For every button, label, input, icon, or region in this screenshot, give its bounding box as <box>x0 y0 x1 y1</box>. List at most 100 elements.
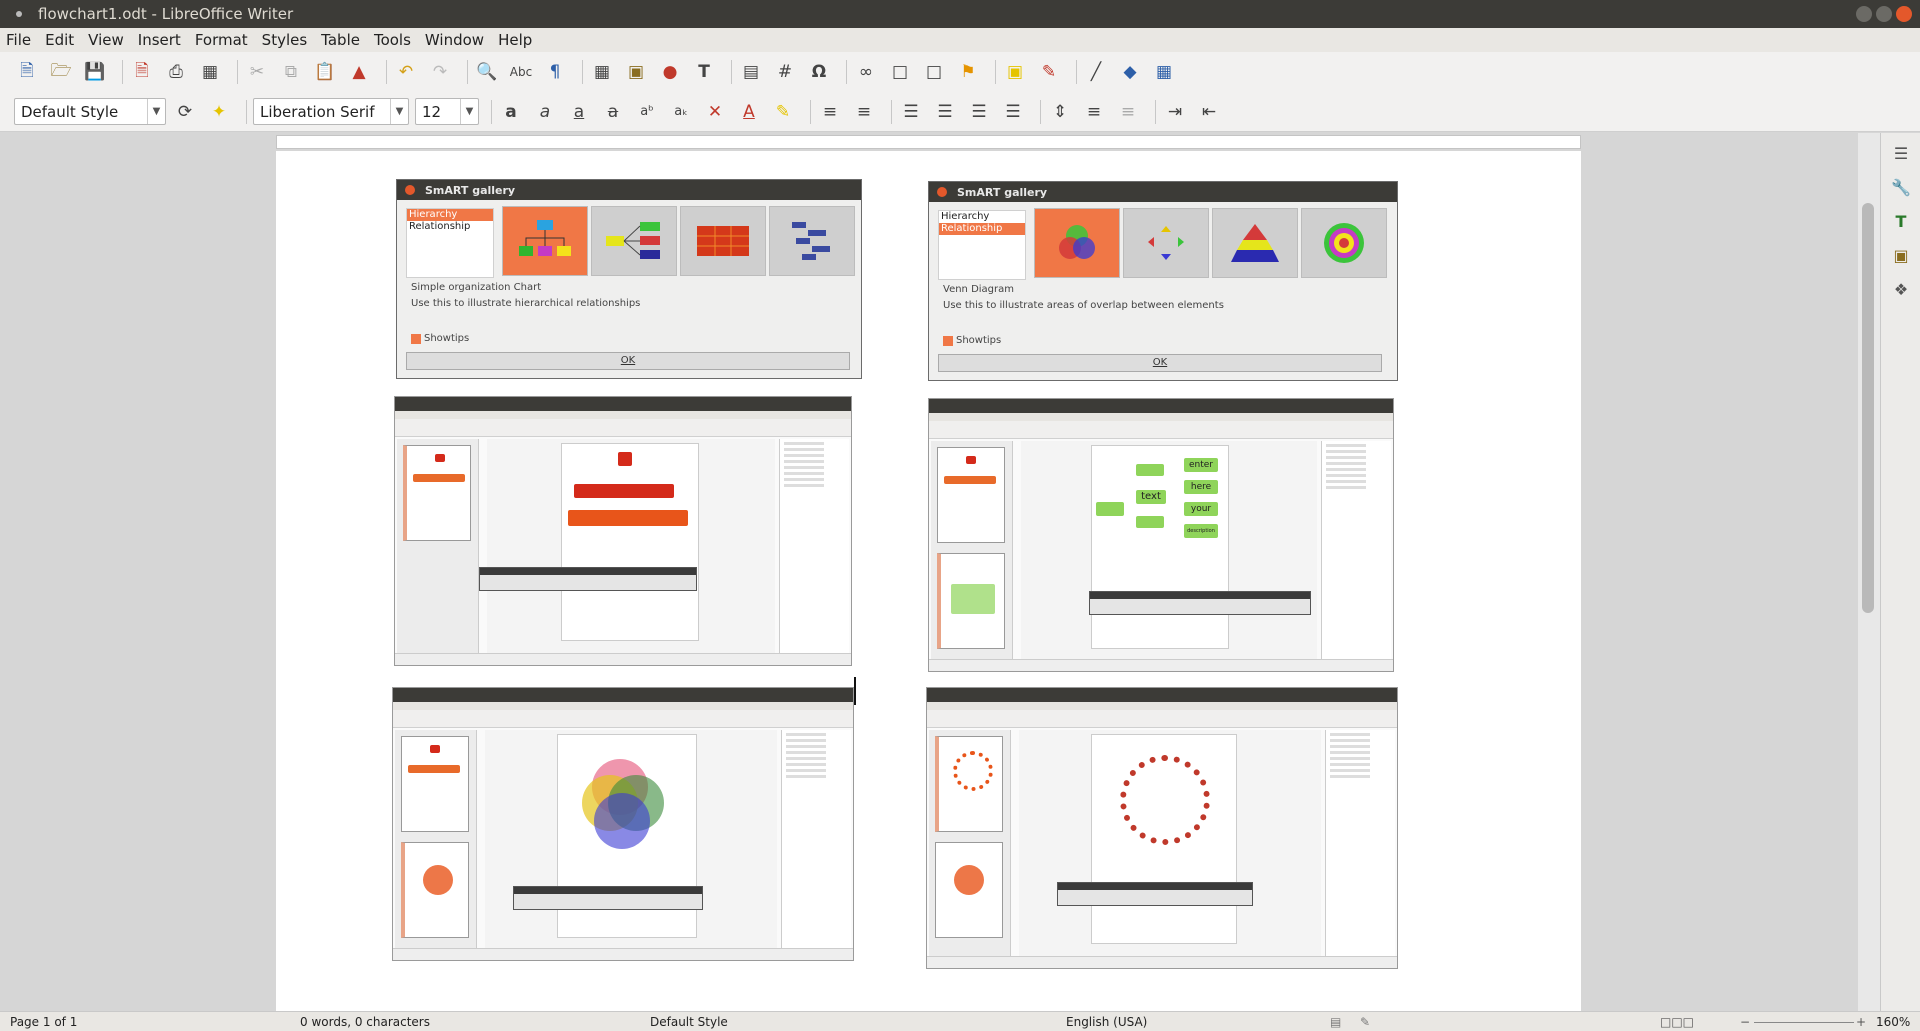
draw-functions-icon[interactable]: ▦ <box>1151 59 1177 85</box>
increase-paragraph-spacing-icon[interactable]: ≡ <box>1081 99 1107 125</box>
bullets-icon[interactable]: ≡ <box>817 99 843 125</box>
document-modified-icon[interactable]: ✎ <box>1360 1015 1370 1029</box>
decrease-paragraph-spacing-icon[interactable]: ≡ <box>1115 99 1141 125</box>
insert-textbox-icon[interactable]: T <box>691 59 717 85</box>
page-count[interactable]: Page 1 of 1 <box>10 1015 77 1029</box>
undo-icon[interactable]: ↶ <box>393 59 419 85</box>
insert-mode-icon[interactable]: ▤ <box>1330 1015 1341 1029</box>
insert-table-icon[interactable]: ▦ <box>589 59 615 85</box>
italic-icon[interactable]: a <box>532 99 558 125</box>
properties-icon[interactable]: 🔧 <box>1889 175 1913 199</box>
menu-insert[interactable]: Insert <box>138 31 181 49</box>
numbering-icon[interactable]: ≡ <box>851 99 877 125</box>
menu-file[interactable]: File <box>6 31 31 49</box>
chevron-down-icon[interactable]: ▼ <box>390 99 408 124</box>
insert-chart-icon[interactable]: ● <box>657 59 683 85</box>
open-icon[interactable]: 🗁 <box>48 59 74 85</box>
zoom-in-icon[interactable]: + <box>1856 1015 1866 1029</box>
clear-formatting-icon[interactable]: ✕ <box>702 99 728 125</box>
styles-icon[interactable]: T <box>1889 209 1913 233</box>
close-window-button[interactable] <box>1896 6 1912 22</box>
paste-icon[interactable]: 📋 <box>312 59 338 85</box>
page-style[interactable]: Default Style <box>650 1015 728 1029</box>
redo-icon[interactable]: ↷ <box>427 59 453 85</box>
insert-image-icon[interactable]: ▣ <box>623 59 649 85</box>
window-menu-dot[interactable] <box>16 11 22 17</box>
comment-icon[interactable]: ▣ <box>1002 59 1028 85</box>
sidebar-menu-icon[interactable]: ☰ <box>1889 141 1913 165</box>
print-icon[interactable]: ⎙ <box>163 59 189 85</box>
embedded-dialog-hierarchy: SmART gallery Hierarchy Relationship Sim… <box>396 179 862 379</box>
line-icon[interactable]: ╱ <box>1083 59 1109 85</box>
copy-icon[interactable]: ⧉ <box>278 59 304 85</box>
new-document-icon[interactable]: 🗎 <box>14 59 40 85</box>
justify-icon[interactable]: ☰ <box>1000 99 1026 125</box>
scrollbar-thumb[interactable] <box>1862 203 1874 613</box>
font-size-combo[interactable]: 12 ▼ <box>415 98 479 125</box>
superscript-icon[interactable]: aᵇ <box>634 99 660 125</box>
save-icon[interactable]: 💾 <box>82 59 108 85</box>
menu-help[interactable]: Help <box>498 31 532 49</box>
spelling-icon[interactable]: Abc <box>508 59 534 85</box>
find-replace-icon[interactable]: 🔍 <box>474 59 500 85</box>
zoom-out-icon[interactable]: − <box>1740 1015 1750 1029</box>
increase-indent-icon[interactable]: ⇥ <box>1162 99 1188 125</box>
zoom-level[interactable]: 160% <box>1876 1015 1910 1029</box>
screenshot-toolbar <box>927 710 1397 728</box>
bookmark-icon[interactable]: ⚑ <box>955 59 981 85</box>
export-pdf-icon[interactable]: 🗎 <box>129 59 155 85</box>
special-character-icon[interactable]: Ω <box>806 59 832 85</box>
new-style-icon[interactable]: ✦ <box>206 99 232 125</box>
align-center-icon[interactable]: ☰ <box>932 99 958 125</box>
decrease-indent-icon[interactable]: ⇤ <box>1196 99 1222 125</box>
document-page[interactable]: SmART gallery Hierarchy Relationship Sim… <box>276 151 1581 1011</box>
clone-formatting-icon[interactable]: ▲ <box>346 59 372 85</box>
font-color-icon[interactable]: A <box>736 99 762 125</box>
formatting-marks-icon[interactable]: ¶ <box>542 59 568 85</box>
menu-format[interactable]: Format <box>195 31 248 49</box>
hyperlink-icon[interactable]: ∞ <box>853 59 879 85</box>
navigator-icon[interactable]: ❖ <box>1889 277 1913 301</box>
endnote-icon[interactable]: □ <box>921 59 947 85</box>
footnote-icon[interactable]: □ <box>887 59 913 85</box>
track-changes-icon[interactable]: ✎ <box>1036 59 1062 85</box>
chevron-down-icon[interactable]: ▼ <box>147 99 165 124</box>
checkbox-checked-icon <box>943 335 953 346</box>
language[interactable]: English (USA) <box>1066 1015 1147 1029</box>
horizontal-ruler[interactable] <box>276 135 1581 149</box>
font-name-combo[interactable]: Liberation Serif ▼ <box>253 98 409 125</box>
print-preview-icon[interactable]: ▦ <box>197 59 223 85</box>
insert-field-icon[interactable]: # <box>772 59 798 85</box>
line-spacing-icon[interactable]: ⇕ <box>1047 99 1073 125</box>
screenshot-titlebar <box>393 688 853 702</box>
zoom-slider[interactable] <box>1754 1022 1854 1023</box>
strikethrough-icon[interactable]: a <box>600 99 626 125</box>
view-layout-icons[interactable]: □□□ <box>1660 1015 1694 1029</box>
vertical-scrollbar[interactable] <box>1858 133 1880 1011</box>
subscript-icon[interactable]: aₖ <box>668 99 694 125</box>
bold-icon[interactable]: a <box>498 99 524 125</box>
mindmap-node: text <box>1136 490 1166 504</box>
update-style-icon[interactable]: ⟳ <box>172 99 198 125</box>
align-left-icon[interactable]: ☰ <box>898 99 924 125</box>
underline-icon[interactable]: a <box>566 99 592 125</box>
cut-icon[interactable]: ✂ <box>244 59 270 85</box>
document-area[interactable]: SmART gallery Hierarchy Relationship Sim… <box>0 151 1880 1011</box>
menu-edit[interactable]: Edit <box>45 31 74 49</box>
toolbar-separator <box>891 99 892 124</box>
basic-shapes-icon[interactable]: ◆ <box>1117 59 1143 85</box>
paragraph-style-combo[interactable]: Default Style ▼ <box>14 98 166 125</box>
word-count[interactable]: 0 words, 0 characters <box>300 1015 430 1029</box>
page-break-icon[interactable]: ▤ <box>738 59 764 85</box>
menu-styles[interactable]: Styles <box>262 31 308 49</box>
align-right-icon[interactable]: ☰ <box>966 99 992 125</box>
menu-window[interactable]: Window <box>425 31 484 49</box>
menu-view[interactable]: View <box>88 31 124 49</box>
gallery-icon[interactable]: ▣ <box>1889 243 1913 267</box>
chevron-down-icon[interactable]: ▼ <box>460 99 478 124</box>
menu-table[interactable]: Table <box>321 31 360 49</box>
maximize-button[interactable] <box>1876 6 1892 22</box>
minimize-button[interactable] <box>1856 6 1872 22</box>
highlighting-icon[interactable]: ✎ <box>770 99 796 125</box>
menu-tools[interactable]: Tools <box>374 31 411 49</box>
